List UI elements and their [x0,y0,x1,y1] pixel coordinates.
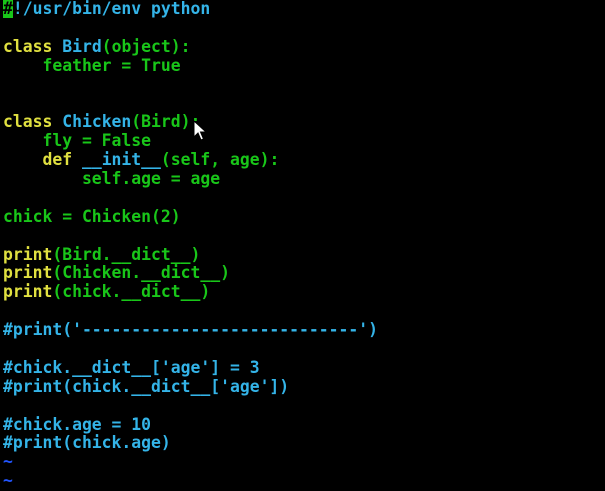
code-line[interactable]: #print('----------------------------') [3,320,603,340]
code-line[interactable]: print(Chicken.__dict__) [3,264,603,283]
code-line[interactable] [3,340,603,359]
code-token: feather = True [3,55,181,75]
empty-line-marker: ~ [3,452,13,472]
code-token: fly = False [3,131,152,151]
code-token: Bird [62,36,102,56]
code-line[interactable] [3,227,603,246]
code-line[interactable] [3,94,603,113]
code-line[interactable] [3,76,603,95]
code-line[interactable]: #chick.__dict__['age'] = 3 [3,357,603,378]
code-token: #chick.__dict__['age'] = 3 [3,357,260,377]
code-token: #chick.age = 10 [3,414,152,434]
code-token: __init__ [81,150,161,170]
code-line[interactable]: feather = True [3,55,603,76]
text-cursor: # [3,0,13,18]
code-line[interactable] [3,302,603,321]
code-token: def [3,150,82,170]
code-line[interactable]: print(chick.__dict__) [3,282,603,302]
code-line[interactable]: def __init__(self, age): [3,150,603,170]
code-token: !/usr/bin/env python [12,0,211,18]
code-token: self.age = age [3,169,221,189]
code-line[interactable]: ~ [3,452,603,472]
code-line[interactable] [3,397,603,416]
code-line[interactable]: #print(chick.__dict__['age']) [3,376,603,397]
code-token: #print(chick.__dict__['age']) [3,376,290,396]
code-token: (self, age): [160,150,280,170]
code-line[interactable]: #chick.age = 10 [3,414,603,435]
code-token: class [3,36,63,56]
code-line[interactable]: class Chicken(Bird): [3,112,603,132]
code-line[interactable]: class Bird(object): [3,36,603,57]
code-token: print [3,244,53,264]
code-token: print [3,263,53,283]
code-token: (chick.__dict__) [52,282,211,302]
code-line[interactable]: print(Bird.__dict__) [3,244,603,265]
arrow-cursor-icon [193,120,207,141]
code-token: class [3,112,63,132]
code-line[interactable]: ~ [3,471,603,491]
code-line[interactable]: chick = Chicken(2) [3,206,603,227]
code-token: #print('----------------------------') [3,320,378,340]
code-token: print [3,282,53,302]
code-token: (Bird.__dict__) [52,244,201,264]
code-line[interactable]: self.age = age [3,169,603,189]
code-token: (Chicken.__dict__) [52,263,230,283]
code-line[interactable] [3,189,603,208]
code-token: (Bird): [131,112,201,132]
code-token: chick = Chicken(2) [3,206,181,226]
code-line[interactable]: #print(chick.age) [3,434,603,453]
code-line[interactable]: #!/usr/bin/env python [3,0,603,19]
code-line[interactable] [3,19,603,38]
code-token: #print(chick.age) [3,433,171,453]
empty-line-marker: ~ [3,471,13,491]
code-line[interactable]: fly = False [3,131,603,151]
code-token: (object): [101,36,191,56]
code-editor[interactable]: #!/usr/bin/env python class Bird(object):… [3,0,603,490]
code-token: Chicken [62,112,132,132]
